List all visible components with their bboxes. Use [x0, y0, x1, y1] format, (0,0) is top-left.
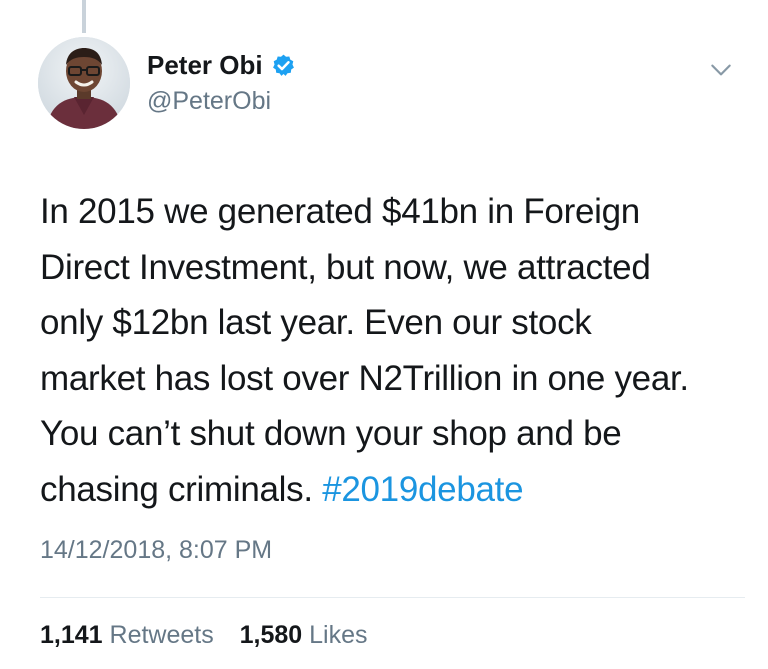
author-name-row: Peter Obi: [147, 48, 296, 82]
tweet-stats: 1,141 Retweets 1,580 Likes: [40, 620, 368, 650]
author-handle[interactable]: @PeterObi: [147, 86, 296, 116]
chevron-down-icon[interactable]: [708, 57, 734, 83]
tweet-body-text: In 2015 we generated $41bn in Foreign Di…: [40, 192, 689, 509]
retweets-label[interactable]: Retweets: [110, 621, 214, 649]
divider: [40, 597, 745, 598]
likes-label[interactable]: Likes: [309, 621, 367, 649]
hashtag-link[interactable]: #2019debate: [322, 470, 523, 509]
author-block[interactable]: Peter Obi @PeterObi: [147, 48, 296, 116]
thread-connector-line: [82, 0, 86, 33]
tweet-timestamp[interactable]: 14/12/2018, 8:07 PM: [40, 535, 272, 565]
profile-photo: [38, 37, 130, 129]
verified-badge-icon: [272, 54, 294, 76]
likes-count[interactable]: 1,580: [240, 621, 303, 649]
avatar[interactable]: [38, 37, 130, 129]
author-display-name[interactable]: Peter Obi: [147, 50, 263, 80]
tweet-card: Peter Obi @PeterObi In 2015 we generated…: [0, 0, 768, 669]
tweet-text: In 2015 we generated $41bn in Foreign Di…: [40, 184, 740, 517]
retweets-count[interactable]: 1,141: [40, 621, 103, 649]
